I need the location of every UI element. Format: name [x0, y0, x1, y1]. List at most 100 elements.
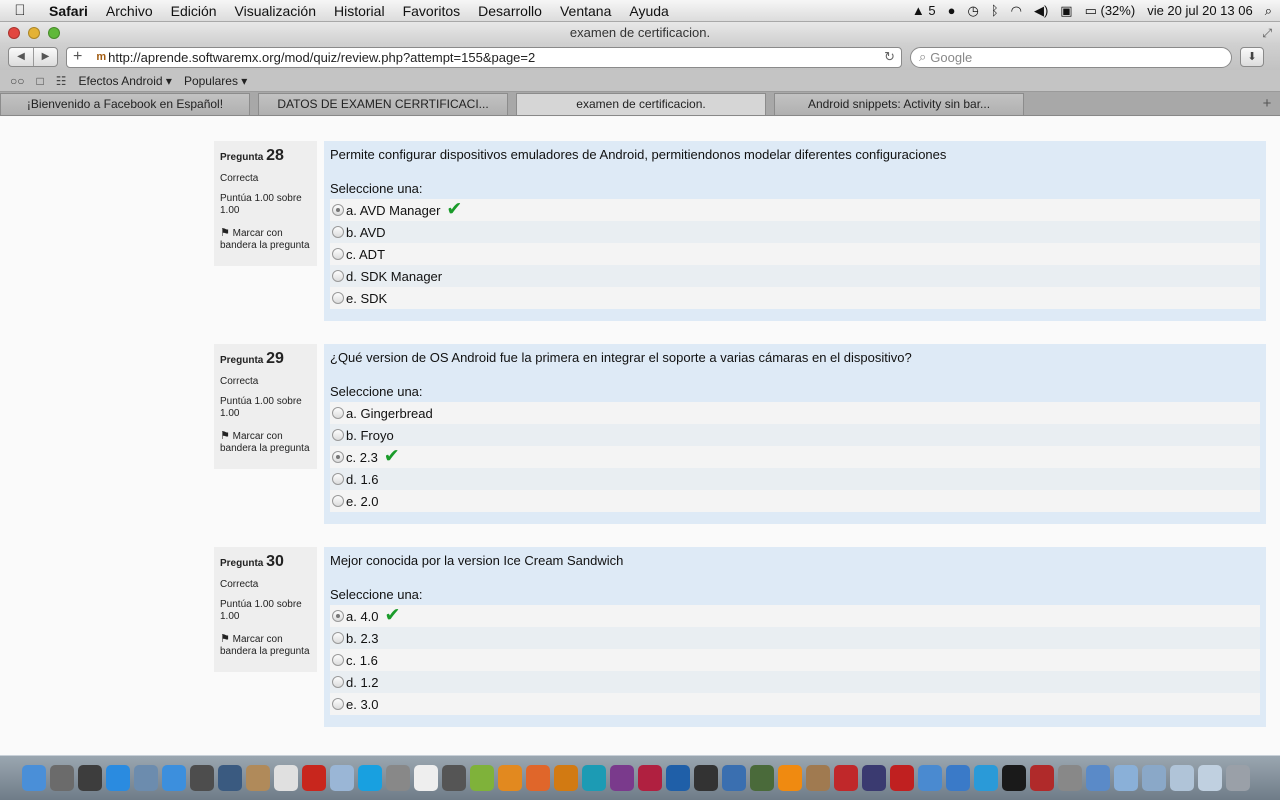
answer-radio[interactable] — [332, 654, 344, 666]
notification-icon[interactable]: ● — [948, 3, 956, 18]
flag-icon[interactable]: ⚑ — [220, 227, 230, 239]
answer-option[interactable]: a. Gingerbread — [330, 402, 1260, 424]
xcode-tool-icon[interactable] — [1086, 765, 1110, 791]
tab-datos-examen[interactable]: DATOS DE EXAMEN CERRTIFICACI... — [258, 93, 508, 115]
answer-option[interactable]: d. 1.2 — [330, 671, 1260, 693]
clock[interactable]: vie 20 jul 20 13 06 — [1147, 3, 1253, 18]
answer-radio[interactable] — [332, 632, 344, 644]
add-bookmark-icon[interactable]: + — [73, 48, 82, 66]
downloads-icon[interactable] — [1142, 765, 1166, 791]
dashboard-icon[interactable] — [78, 765, 102, 791]
answer-radio[interactable] — [332, 429, 344, 441]
answer-option[interactable]: b. AVD — [330, 221, 1260, 243]
spotlight-icon[interactable]: ⌕ — [1265, 3, 1272, 19]
flag-icon[interactable]: ⚑ — [220, 430, 230, 442]
answer-radio[interactable] — [332, 451, 344, 463]
time-machine-icon[interactable]: ◷ — [967, 3, 978, 19]
terminal-tool-icon[interactable] — [890, 765, 914, 791]
answer-radio[interactable] — [332, 610, 344, 622]
new-tab-button[interactable]: + — [1254, 93, 1280, 115]
answer-option[interactable]: e. 2.0 — [330, 490, 1260, 512]
photo-booth-icon[interactable] — [442, 765, 466, 791]
launchpad-icon[interactable] — [50, 765, 74, 791]
answer-option[interactable]: d. SDK Manager — [330, 265, 1260, 287]
xcode-icon[interactable] — [218, 765, 242, 791]
settings-icon[interactable] — [1058, 765, 1082, 791]
answer-option[interactable]: c. 1.6 — [330, 649, 1260, 671]
menu-item-favoritos[interactable]: Favoritos — [394, 3, 470, 19]
answer-radio[interactable] — [332, 676, 344, 688]
menu-item-archivo[interactable]: Archivo — [97, 3, 162, 19]
flag-question-link[interactable]: ⚑ Marcar con bandera la pregunta — [220, 227, 311, 252]
safari-icon[interactable] — [162, 765, 186, 791]
answer-radio[interactable] — [332, 698, 344, 710]
answer-radio[interactable] — [332, 204, 344, 216]
adobe-status-icon[interactable]: ▲ 5 — [912, 3, 936, 18]
flag-question-link[interactable]: ⚑ Marcar con bandera la pregunta — [220, 633, 311, 658]
address-bar[interactable]: + m http://aprende.softwaremx.org/mod/qu… — [66, 46, 902, 68]
tab-android-snippets[interactable]: Android snippets: Activity sin bar... — [774, 93, 1024, 115]
twitter-icon[interactable] — [974, 765, 998, 791]
search-field[interactable]: ⌕ Google — [910, 46, 1232, 68]
menu-item-desarrollo[interactable]: Desarrollo — [469, 3, 551, 19]
virtualbox-box-icon[interactable] — [330, 765, 354, 791]
tab-examen-certificacion[interactable]: examen de certificacion. — [516, 93, 766, 115]
top-sites-grid-icon[interactable]: ☷ — [56, 74, 67, 88]
angry-birds-icon[interactable] — [834, 765, 858, 791]
answer-radio[interactable] — [332, 495, 344, 507]
photo-app-icon[interactable] — [1030, 765, 1054, 791]
answer-radio[interactable] — [332, 473, 344, 485]
tab-facebook[interactable]: ¡Bienvenido a Facebook en Español! — [0, 93, 250, 115]
blender-icon[interactable] — [498, 765, 522, 791]
misc-icon[interactable] — [750, 765, 774, 791]
textedit-icon[interactable] — [414, 765, 438, 791]
bookmark-populares[interactable]: Populares ▾ — [184, 74, 247, 88]
answer-radio[interactable] — [332, 248, 344, 260]
gimp-icon[interactable] — [806, 765, 830, 791]
answer-radio[interactable] — [332, 270, 344, 282]
answer-option[interactable]: c. ADT — [330, 243, 1260, 265]
terminal-icon[interactable] — [1002, 765, 1026, 791]
answer-option[interactable]: d. 1.6 — [330, 468, 1260, 490]
preview-icon[interactable] — [134, 765, 158, 791]
answer-radio[interactable] — [332, 407, 344, 419]
documents-icon[interactable] — [1170, 765, 1194, 791]
reading-list-icon[interactable]: ○○ — [10, 74, 25, 88]
close-button[interactable] — [8, 27, 20, 39]
illustrator-icon[interactable] — [554, 765, 578, 791]
answer-option[interactable]: c. 2.3 ✔ — [330, 446, 1260, 468]
input-icon[interactable]: ▣ — [1060, 3, 1072, 19]
utility-icon[interactable] — [386, 765, 410, 791]
instruments-icon[interactable] — [918, 765, 942, 791]
menu-item-ayuda[interactable]: Ayuda — [620, 3, 677, 19]
eclipse-icon[interactable] — [862, 765, 886, 791]
game-icon[interactable] — [638, 765, 662, 791]
answer-radio[interactable] — [332, 226, 344, 238]
app-store-icon[interactable] — [106, 765, 130, 791]
finder-icon[interactable] — [22, 765, 46, 791]
unity-icon[interactable] — [694, 765, 718, 791]
reload-icon[interactable]: ↻ — [884, 49, 895, 65]
downloads-button[interactable]: ⬇ — [1240, 47, 1264, 67]
minimize-button[interactable] — [28, 27, 40, 39]
flag-label[interactable]: Marcar con bandera la pregunta — [220, 634, 310, 657]
bookmarks-book-icon[interactable]: □ — [37, 74, 44, 88]
battery-icon[interactable]: ▭ (32%) — [1085, 3, 1136, 19]
answer-option[interactable]: e. SDK — [330, 287, 1260, 309]
answer-option[interactable]: a. AVD Manager ✔ — [330, 199, 1260, 221]
apple-icon[interactable]:  — [0, 2, 40, 19]
trash-icon[interactable] — [1226, 765, 1250, 791]
answer-option[interactable]: a. 4.0 ✔ — [330, 605, 1260, 627]
menu-app-name[interactable]: Safari — [40, 3, 97, 19]
firefox-icon[interactable] — [526, 765, 550, 791]
virtualbox-icon[interactable] — [722, 765, 746, 791]
skype-icon[interactable] — [358, 765, 382, 791]
fullscreen-icon[interactable]: ⤢ — [1262, 22, 1272, 44]
back-button[interactable]: ◀ — [9, 48, 33, 66]
flag-label[interactable]: Marcar con bandera la pregunta — [220, 431, 310, 454]
flag-question-link[interactable]: ⚑ Marcar con bandera la pregunta — [220, 430, 311, 455]
facetime-icon[interactable] — [190, 765, 214, 791]
volume-icon[interactable]: ◀) — [1034, 3, 1048, 19]
answer-radio[interactable] — [332, 292, 344, 304]
answer-option[interactable]: e. 3.0 — [330, 693, 1260, 715]
